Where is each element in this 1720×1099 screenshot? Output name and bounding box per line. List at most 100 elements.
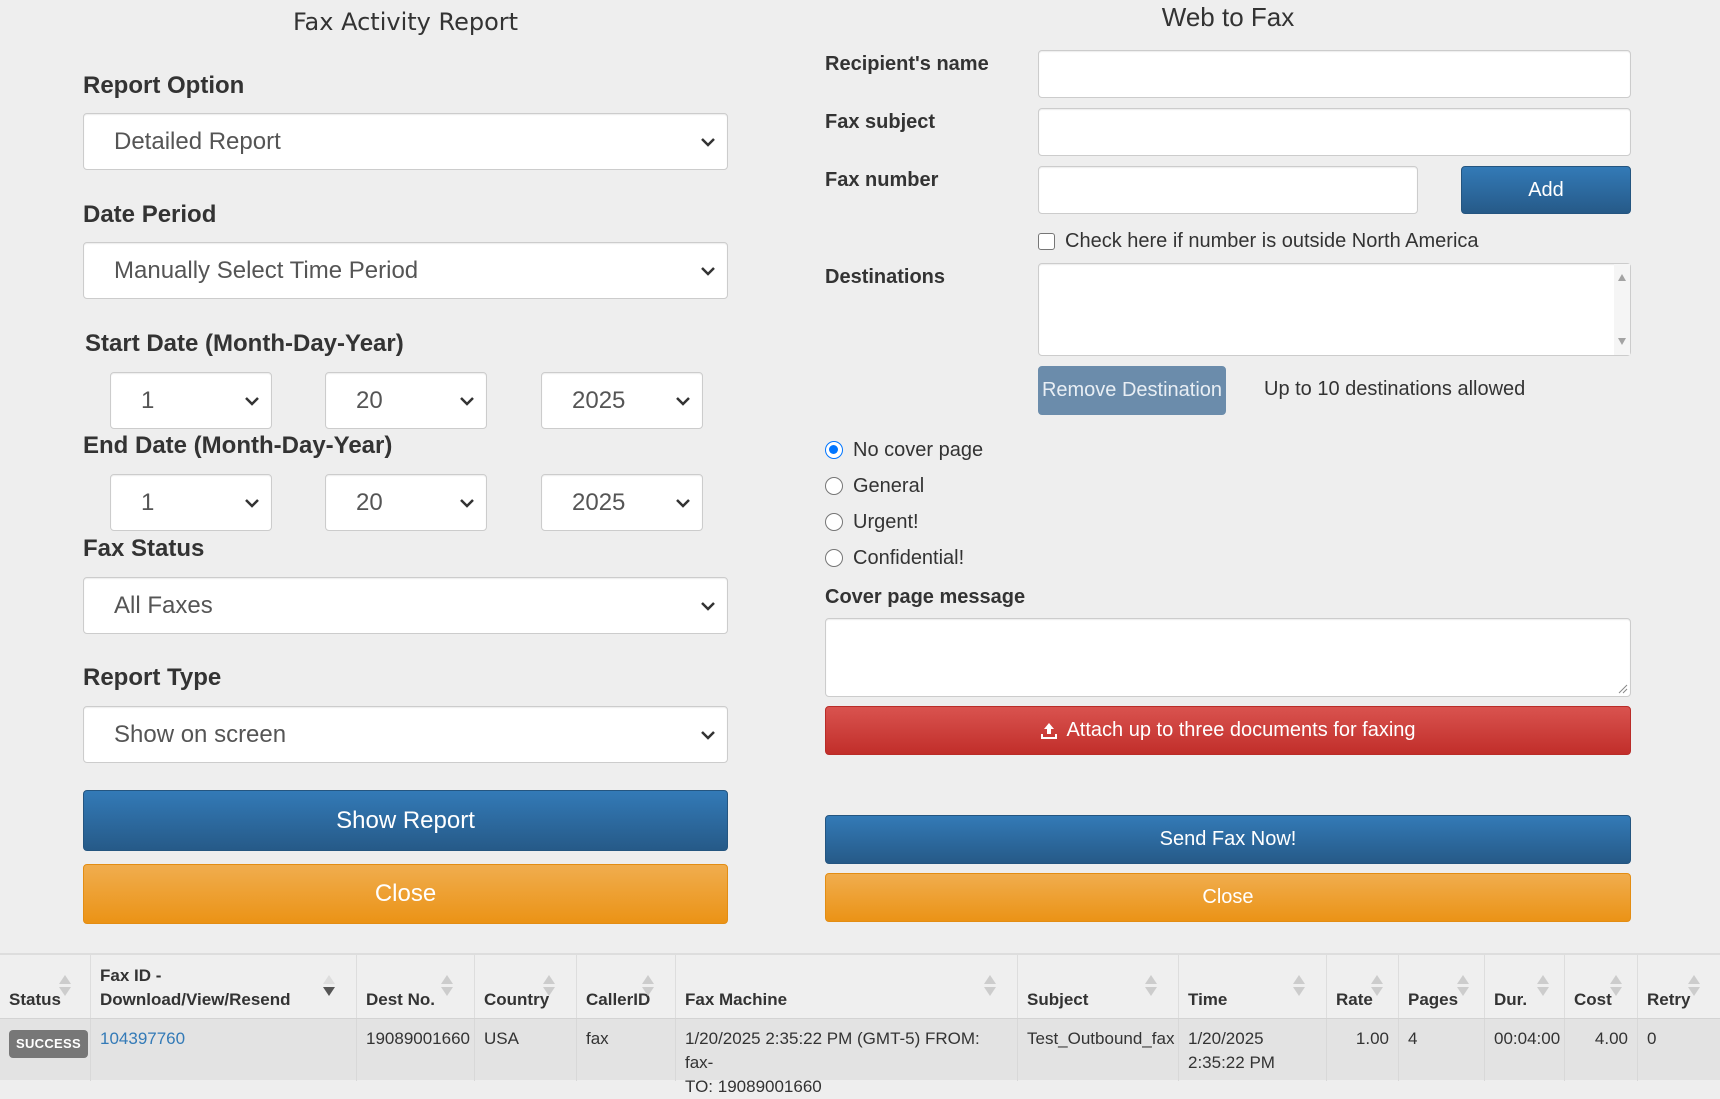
column-header-label: Cost — [1574, 990, 1612, 1009]
column-header-fax-machine[interactable]: Fax Machine — [676, 955, 1018, 1020]
column-header-duration[interactable]: Dur. — [1485, 955, 1565, 1020]
resize-handle-icon[interactable] — [1618, 684, 1628, 694]
cell-status: SUCCESS — [0, 1019, 91, 1081]
add-button[interactable]: Add — [1461, 166, 1631, 214]
column-header-retry[interactable]: Retry — [1638, 955, 1720, 1020]
destinations-listbox[interactable] — [1038, 263, 1631, 356]
column-header-dest-no[interactable]: Dest No. — [357, 955, 475, 1020]
sort-icon[interactable] — [1371, 975, 1383, 999]
start-year-select[interactable]: 2025 — [541, 372, 703, 429]
column-header-rate[interactable]: Rate — [1327, 955, 1399, 1020]
chevron-down-icon — [676, 498, 690, 508]
end-year-select[interactable]: 2025 — [541, 474, 703, 531]
cell-callerid: fax — [577, 1019, 676, 1081]
fax-status-select[interactable]: All Faxes — [83, 577, 728, 634]
fax-subject-input[interactable] — [1038, 108, 1631, 156]
sort-desc-icon[interactable] — [323, 975, 335, 999]
cover-option-label: General — [853, 474, 925, 497]
destinations-scrollbar[interactable] — [1614, 264, 1630, 355]
start-day-select[interactable]: 20 — [325, 372, 487, 429]
column-header-status[interactable]: Status — [0, 955, 91, 1020]
radio-unchecked[interactable] — [825, 477, 843, 495]
attach-documents-button[interactable]: Attach up to three documents for faxing — [825, 706, 1631, 755]
cell-fax-id: 104397760 — [91, 1019, 357, 1081]
start-date-label: Start Date (Month-Day-Year) — [85, 330, 404, 357]
report-close-button[interactable]: Close — [83, 864, 728, 924]
end-year-value: 2025 — [572, 488, 626, 516]
sort-icon[interactable] — [1610, 975, 1622, 999]
column-header-subject[interactable]: Subject — [1018, 955, 1179, 1020]
column-header-label: Subject — [1027, 990, 1089, 1009]
column-header-country[interactable]: Country — [475, 955, 577, 1020]
fax-number-label: Fax number — [825, 169, 939, 191]
table-row: SUCCESS 104397760 19089001660 USA fax 1/… — [0, 1018, 1720, 1096]
sort-icon[interactable] — [1457, 975, 1469, 999]
sort-icon[interactable] — [543, 975, 555, 999]
report-title: Fax Activity Report — [292, 8, 519, 36]
cell-rate: 1.00 — [1327, 1019, 1399, 1081]
sort-icon[interactable] — [1688, 975, 1700, 999]
report-type-select[interactable]: Show on screen — [83, 706, 728, 763]
radio-unchecked[interactable] — [825, 513, 843, 531]
sort-icon[interactable] — [984, 975, 996, 999]
radio-unchecked[interactable] — [825, 549, 843, 567]
column-header-cost[interactable]: Cost — [1565, 955, 1638, 1020]
fax-machine-line1: 1/20/2025 2:35:22 PM (GMT-5) FROM: fax- — [685, 1029, 980, 1072]
cover-option-label: Confidential! — [853, 546, 965, 569]
fax-number-input[interactable] — [1038, 166, 1418, 214]
send-fax-button[interactable]: Send Fax Now! — [825, 815, 1631, 864]
column-header-fax-id[interactable]: Fax ID - Download/View/Resend — [91, 955, 357, 1020]
date-period-select[interactable]: Manually Select Time Period — [83, 242, 728, 299]
column-header-pages[interactable]: Pages — [1399, 955, 1485, 1020]
chevron-down-icon — [676, 396, 690, 406]
end-month-select[interactable]: 1 — [110, 474, 272, 531]
outside-na-row: Check here if number is outside North Am… — [1038, 230, 1479, 253]
column-header-callerid[interactable]: CallerID — [577, 955, 676, 1020]
chevron-down-icon — [701, 137, 715, 147]
sort-icon[interactable] — [1537, 975, 1549, 999]
report-type-value: Show on screen — [114, 720, 287, 748]
end-day-value: 20 — [356, 488, 383, 516]
chevron-down-icon — [701, 266, 715, 276]
remove-destination-button[interactable]: Remove Destination — [1038, 366, 1226, 415]
outside-na-checkbox[interactable] — [1038, 233, 1055, 250]
scroll-up-icon[interactable] — [1618, 274, 1626, 281]
chevron-down-icon — [701, 601, 715, 611]
chevron-down-icon — [245, 396, 259, 406]
report-option-select[interactable]: Detailed Report — [83, 113, 728, 170]
status-badge: SUCCESS — [9, 1030, 88, 1058]
chevron-down-icon — [460, 396, 474, 406]
cell-pages: 4 — [1399, 1019, 1485, 1081]
recipient-name-input[interactable] — [1038, 50, 1631, 98]
recipient-name-label: Recipient's name — [825, 53, 989, 75]
fax-close-button[interactable]: Close — [825, 873, 1631, 922]
web-to-fax-title: Web to Fax — [1161, 2, 1295, 32]
sort-icon[interactable] — [441, 975, 453, 999]
chevron-down-icon — [460, 498, 474, 508]
show-report-button[interactable]: Show Report — [83, 790, 728, 851]
cell-fax-machine: 1/20/2025 2:35:22 PM (GMT-5) FROM: fax- … — [676, 1019, 1018, 1096]
column-header-label: Rate — [1336, 990, 1373, 1009]
sort-icon[interactable] — [1293, 975, 1305, 999]
start-month-select[interactable]: 1 — [110, 372, 272, 429]
fax-id-link[interactable]: 104397760 — [100, 1029, 185, 1048]
cover-option-urgent[interactable]: Urgent! — [825, 504, 983, 540]
cell-retry: 0 — [1647, 1029, 1657, 1048]
sort-icon[interactable] — [1145, 975, 1157, 999]
cover-option-no-cover[interactable]: No cover page — [825, 432, 983, 468]
radio-checked[interactable] — [825, 441, 843, 459]
column-header-label-line2: Download/View/Resend — [100, 990, 291, 1009]
scroll-down-icon[interactable] — [1618, 338, 1626, 345]
sort-icon[interactable] — [642, 975, 654, 999]
column-header-label: Retry — [1647, 990, 1691, 1009]
column-header-label: Pages — [1408, 990, 1459, 1009]
cover-message-textarea[interactable] — [825, 618, 1631, 697]
cover-option-confidential[interactable]: Confidential! — [825, 540, 983, 576]
column-header-time[interactable]: Time — [1179, 955, 1327, 1020]
end-day-select[interactable]: 20 — [325, 474, 487, 531]
sort-icon[interactable] — [59, 975, 71, 999]
column-header-label: CallerID — [586, 990, 651, 1009]
column-header-label: Dur. — [1494, 990, 1528, 1009]
destinations-note: Up to 10 destinations allowed — [1264, 378, 1526, 400]
cover-option-general[interactable]: General — [825, 468, 983, 504]
